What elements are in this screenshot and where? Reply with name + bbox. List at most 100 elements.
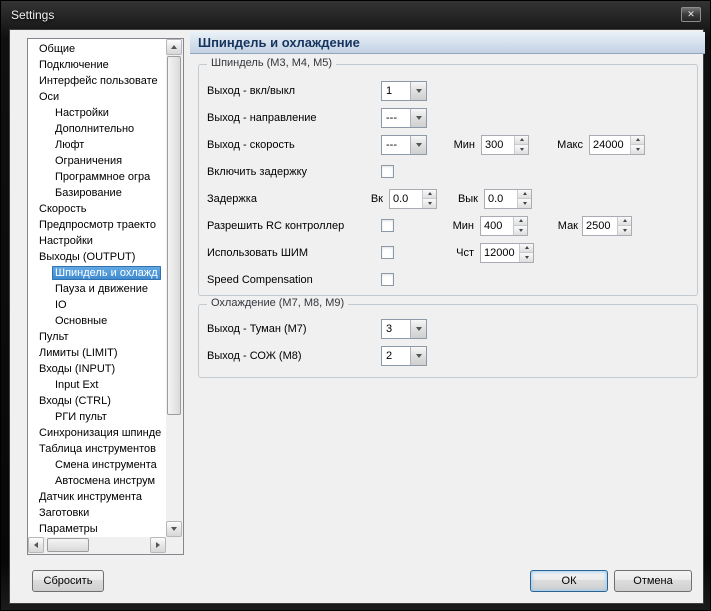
chevron-down-icon[interactable] bbox=[410, 108, 426, 127]
enable-delay-checkbox[interactable] bbox=[381, 165, 394, 178]
cancel-button[interactable]: Отмена bbox=[614, 570, 692, 592]
use-pwm-checkbox[interactable] bbox=[381, 246, 394, 259]
scroll-down-button[interactable] bbox=[166, 521, 182, 537]
spinner-up-button[interactable] bbox=[518, 189, 531, 198]
tree-item[interactable]: Люфт bbox=[28, 137, 166, 153]
scroll-right-button[interactable] bbox=[150, 537, 166, 553]
tree-item[interactable]: Базирование bbox=[28, 185, 166, 201]
tree-item-label: Выходы (OUTPUT) bbox=[39, 251, 136, 263]
field-label: Выход - скорость bbox=[207, 138, 295, 151]
spinner-down-button[interactable] bbox=[515, 144, 528, 154]
tree-item[interactable]: Шпиндель и охлажд bbox=[28, 265, 166, 281]
reset-button[interactable]: Сбросить bbox=[32, 570, 104, 592]
tree-item[interactable]: РГИ пульт bbox=[28, 409, 166, 425]
close-button[interactable]: ✕ bbox=[681, 7, 701, 22]
spinner-up-button[interactable] bbox=[631, 135, 644, 144]
spinner-down-button[interactable] bbox=[423, 198, 436, 208]
tree-item[interactable]: Input Ext bbox=[28, 377, 166, 393]
tree-item-label: Предпросмотр траекто bbox=[39, 219, 157, 231]
tree-horizontal-scrollbar[interactable] bbox=[28, 537, 166, 554]
speed-compensation-checkbox[interactable] bbox=[381, 273, 394, 286]
tree-item[interactable]: Выходы (OUTPUT) bbox=[28, 249, 166, 265]
ok-button[interactable]: ОК bbox=[530, 570, 608, 592]
tree-item[interactable]: IO bbox=[28, 297, 166, 313]
spinner-down-button[interactable] bbox=[514, 225, 527, 235]
spinner-up-button[interactable] bbox=[423, 189, 436, 198]
spinner-down-button[interactable] bbox=[518, 198, 531, 208]
tree-item[interactable]: Смена инструмента bbox=[28, 457, 166, 473]
tree-vertical-scrollbar[interactable] bbox=[166, 39, 183, 537]
tree-item[interactable]: Оси bbox=[28, 89, 166, 105]
rc-min-spinner[interactable]: 400 bbox=[480, 215, 528, 236]
chevron-down-icon[interactable] bbox=[410, 346, 426, 365]
scroll-up-button[interactable] bbox=[166, 39, 182, 55]
flood-output-combo[interactable]: 2 bbox=[381, 345, 427, 366]
delay-off-spinner[interactable]: 0.0 bbox=[484, 188, 532, 209]
tree-item-label: Автосмена инструм bbox=[55, 475, 156, 487]
max-label: Макс bbox=[557, 138, 583, 151]
tree-item-label: Ограничения bbox=[55, 155, 123, 167]
rc-controller-checkbox[interactable] bbox=[381, 219, 394, 232]
titlebar[interactable]: Settings ✕ bbox=[1, 1, 710, 29]
output-onoff-combo[interactable]: 1 bbox=[381, 80, 427, 101]
rc-max-spinner[interactable]: 2500 bbox=[582, 215, 632, 236]
tree-item[interactable]: Общие bbox=[28, 41, 166, 57]
field-label: Использовать ШИМ bbox=[207, 246, 308, 259]
tree-item[interactable]: Пауза и движение bbox=[28, 281, 166, 297]
tree-item[interactable]: Подключение bbox=[28, 57, 166, 73]
speed-max-spinner[interactable]: 24000 bbox=[589, 134, 645, 155]
delay-on-spinner[interactable]: 0.0 bbox=[389, 188, 437, 209]
spinner-value: 2500 bbox=[586, 219, 611, 232]
tree-item[interactable]: Основные bbox=[28, 313, 166, 329]
spinner-down-button[interactable] bbox=[618, 225, 631, 235]
arrow-down-icon bbox=[518, 228, 523, 232]
spinner-up-button[interactable] bbox=[520, 243, 533, 252]
tree-item[interactable]: Настройки bbox=[28, 105, 166, 121]
tree-item-label: Подключение bbox=[39, 59, 109, 71]
tree-item[interactable]: Автосмена инструм bbox=[28, 473, 166, 489]
spinner-up-button[interactable] bbox=[618, 216, 631, 225]
spinner-up-button[interactable] bbox=[514, 216, 527, 225]
tree-item-label: РГИ пульт bbox=[55, 411, 107, 423]
chevron-down-icon[interactable] bbox=[410, 135, 426, 154]
tree-item[interactable]: Датчик инструмента bbox=[28, 489, 166, 505]
tree-item[interactable]: Предпросмотр траекто bbox=[28, 217, 166, 233]
min-label: Мин bbox=[452, 219, 474, 232]
vertical-scrollbar-thumb[interactable] bbox=[167, 56, 181, 415]
tree-item[interactable]: Лимиты (LIMIT) bbox=[28, 345, 166, 361]
arrow-down-icon bbox=[427, 201, 432, 205]
tree-item[interactable]: Входы (INPUT) bbox=[28, 361, 166, 377]
spinner-down-button[interactable] bbox=[631, 144, 644, 154]
scroll-left-button[interactable] bbox=[28, 537, 44, 553]
tree-item[interactable]: Синхронизация шпинде bbox=[28, 425, 166, 441]
mist-output-combo[interactable]: 3 bbox=[381, 318, 427, 339]
tree-item[interactable]: Дополнительно bbox=[28, 121, 166, 137]
tree[interactable]: Общие Подключение Интерфейс пользовате Оси Н… bbox=[27, 38, 184, 555]
tree-item[interactable]: Скорость bbox=[28, 201, 166, 217]
tree-item[interactable]: Программное огра bbox=[28, 169, 166, 185]
tree-item-label: Настройки bbox=[39, 235, 93, 247]
tree-item[interactable]: Параметры bbox=[28, 521, 166, 537]
combo-value: 1 bbox=[386, 84, 393, 97]
tree-item[interactable]: Интерфейс пользовате bbox=[28, 73, 166, 89]
tree-item[interactable]: Заготовки bbox=[28, 505, 166, 521]
arrow-up-icon bbox=[635, 138, 640, 142]
spinner-down-button[interactable] bbox=[520, 252, 533, 262]
tree-item-label: Пауза и движение bbox=[55, 283, 149, 295]
tree-item-label: Общие bbox=[39, 43, 76, 55]
tree-item[interactable]: Пульт bbox=[28, 329, 166, 345]
tree-item[interactable]: Настройки bbox=[28, 233, 166, 249]
field-label: Разрешить RC контроллер bbox=[207, 219, 345, 232]
window-title: Settings bbox=[11, 8, 55, 22]
tree-item[interactable]: Входы (CTRL) bbox=[28, 393, 166, 409]
tree-item[interactable]: Ограничения bbox=[28, 153, 166, 169]
chevron-down-icon[interactable] bbox=[410, 319, 426, 338]
chevron-down-icon[interactable] bbox=[410, 81, 426, 100]
spinner-up-button[interactable] bbox=[515, 135, 528, 144]
output-direction-combo[interactable]: --- bbox=[381, 107, 427, 128]
speed-min-spinner[interactable]: 300 bbox=[481, 134, 529, 155]
tree-item[interactable]: Таблица инструментов bbox=[28, 441, 166, 457]
pwm-freq-spinner[interactable]: 12000 bbox=[480, 242, 534, 263]
horizontal-scrollbar-thumb[interactable] bbox=[47, 538, 89, 552]
output-speed-combo[interactable]: --- bbox=[381, 134, 427, 155]
